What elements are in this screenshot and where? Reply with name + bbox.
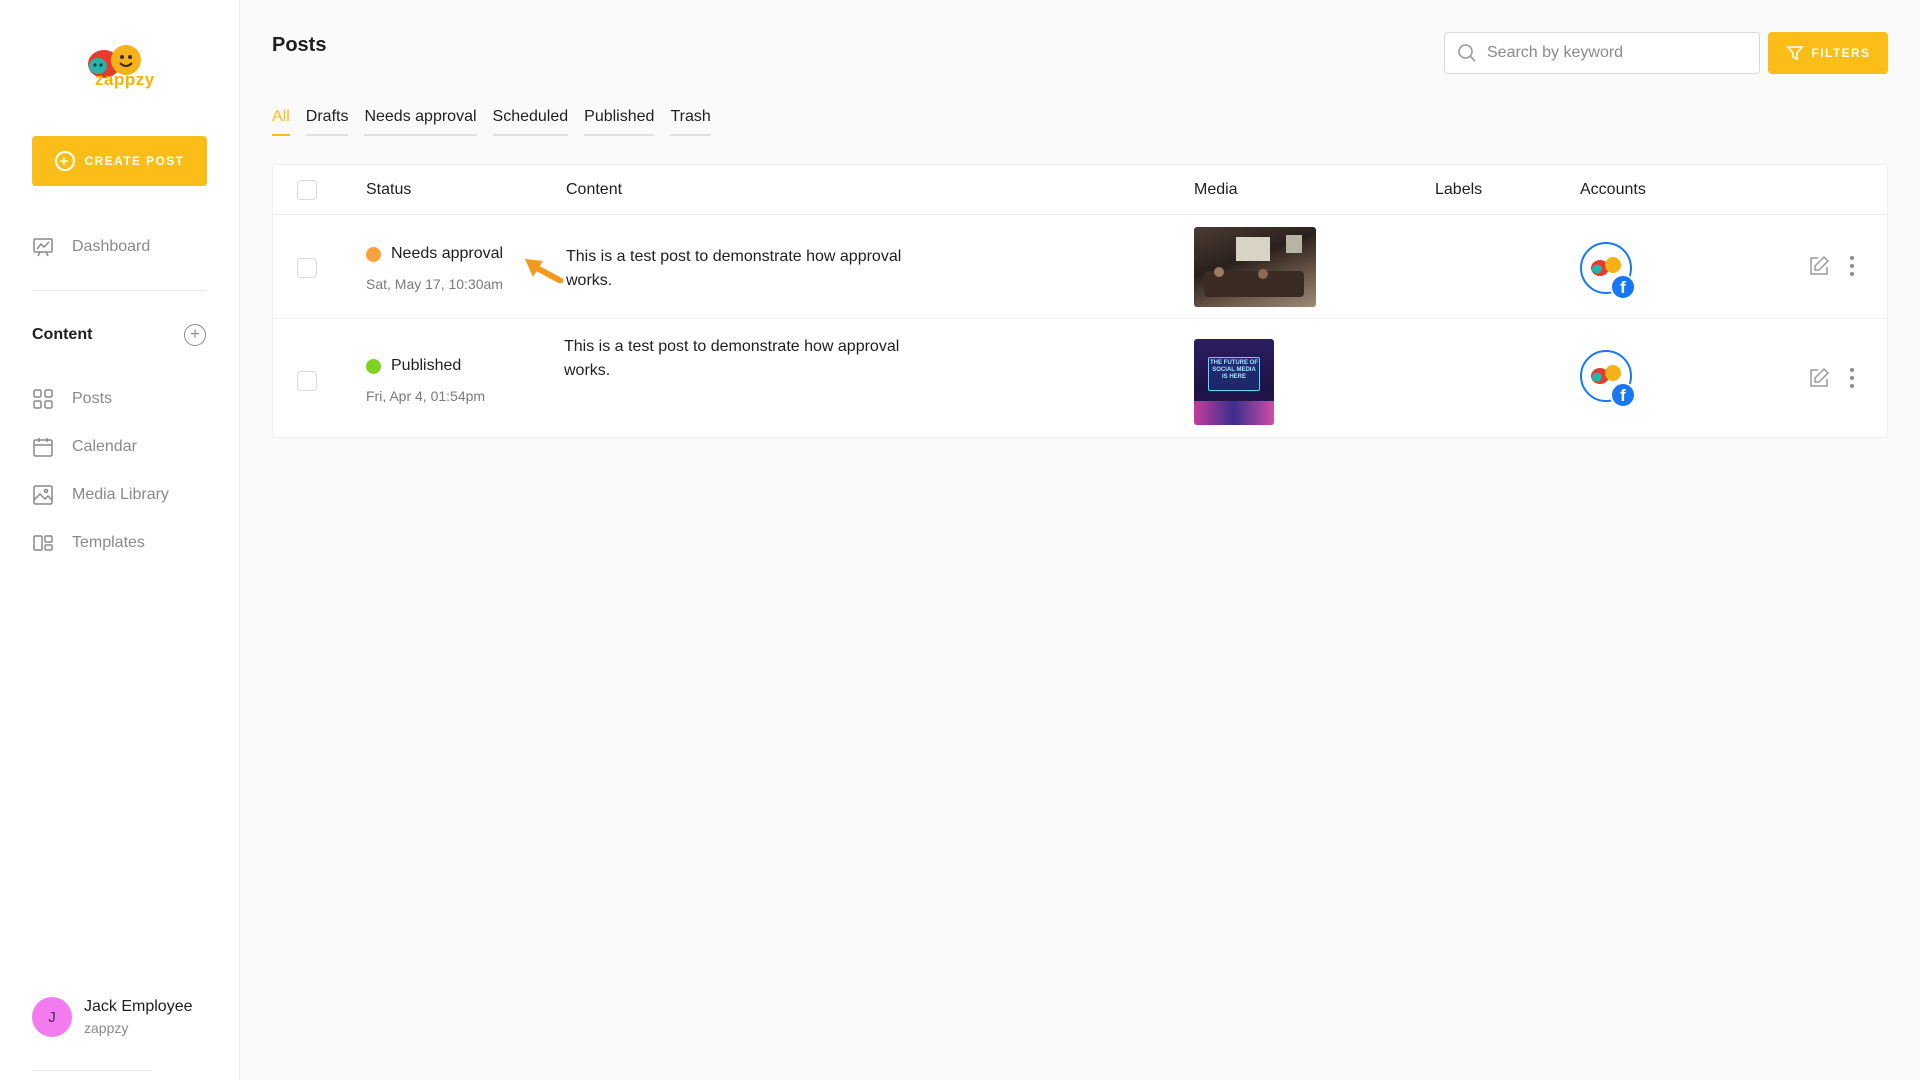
plus-circle-icon: + [54, 151, 75, 171]
tab-trash[interactable]: Trash [670, 108, 711, 136]
edit-icon[interactable] [1808, 255, 1830, 277]
column-header-content[interactable]: Content [566, 181, 622, 199]
status-label: Published [391, 357, 462, 374]
tab-all[interactable]: All [272, 108, 290, 136]
templates-icon [33, 535, 53, 551]
account-avatar[interactable]: f [1580, 350, 1636, 408]
column-header-status[interactable]: Status [366, 181, 411, 199]
post-content[interactable]: This is a test post to demonstrate how a… [566, 245, 946, 293]
more-options-icon[interactable] [1849, 255, 1855, 277]
user-name: Jack Employee [84, 998, 193, 1015]
sidebar-item-label: Media Library [72, 486, 169, 503]
status-label: Needs approval [391, 245, 504, 262]
post-date: Fri, Apr 4, 01:54pm [366, 388, 486, 404]
facebook-icon: f [1610, 274, 1636, 300]
sidebar-item-calendar[interactable]: Calendar [32, 436, 137, 458]
column-header-media[interactable]: Media [1194, 181, 1238, 199]
user-org: zappzy [84, 1020, 129, 1036]
tab-published[interactable]: Published [584, 108, 655, 136]
add-content-icon[interactable]: + [184, 324, 206, 346]
media-thumbnail[interactable]: THE FUTURE OF SOCIAL MEDIA IS HERE [1194, 339, 1274, 425]
edit-icon[interactable] [1808, 367, 1830, 389]
annotation-arrow-icon [525, 259, 563, 283]
status-tabs: All Drafts Needs approval Scheduled Publ… [272, 108, 711, 136]
search-input[interactable] [1487, 44, 1737, 62]
create-post-button[interactable]: + CREATE POST [32, 136, 207, 186]
user-profile[interactable]: J Jack Employee zappzy [32, 997, 193, 1037]
image-icon [33, 485, 53, 505]
sidebar-item-label: Dashboard [72, 238, 151, 255]
grid-icon [33, 389, 53, 409]
tab-drafts[interactable]: Drafts [305, 108, 349, 136]
sidebar-item-label: Calendar [72, 438, 137, 455]
sidebar-item-label: Posts [72, 390, 113, 407]
sidebar-item-label: Templates [72, 534, 145, 551]
table-row[interactable]: Needs approval Sat, May 17, 10:30am This… [273, 215, 1887, 319]
status-dot [366, 246, 381, 262]
page-title: Posts [272, 34, 327, 56]
row-checkbox[interactable] [297, 258, 317, 278]
filters-label: FILTERS [1811, 46, 1871, 60]
sidebar-item-media-library[interactable]: Media Library [32, 484, 169, 506]
sidebar-bottom-divider [32, 1070, 152, 1071]
status-badge: Needs approval [366, 245, 503, 263]
search-box[interactable] [1444, 32, 1760, 74]
content-section-title: Content [32, 326, 93, 343]
sidebar-divider [32, 290, 207, 291]
sidebar-item-posts[interactable]: Posts [32, 388, 112, 410]
media-thumbnail[interactable] [1194, 227, 1316, 307]
calendar-icon [33, 438, 53, 457]
posts-table: Status Content Media Labels Accounts Nee… [272, 164, 1888, 438]
select-all-checkbox[interactable] [297, 180, 317, 200]
tab-scheduled[interactable]: Scheduled [492, 108, 569, 136]
status-badge: Published [366, 357, 461, 375]
sidebar-item-templates[interactable]: Templates [32, 532, 145, 554]
more-options-icon[interactable] [1849, 367, 1855, 389]
tab-needs-approval[interactable]: Needs approval [364, 108, 477, 136]
status-dot [366, 358, 381, 374]
media-caption: THE FUTURE OF SOCIAL MEDIA IS HERE [1210, 360, 1258, 380]
table-row[interactable]: Published Fri, Apr 4, 01:54pm This is a … [273, 319, 1887, 437]
column-header-labels[interactable]: Labels [1435, 181, 1482, 199]
dashboard-icon [33, 238, 53, 257]
facebook-icon: f [1610, 382, 1636, 408]
row-checkbox[interactable] [297, 371, 317, 391]
sidebar: zappzy + CREATE POST Dashboard Content +… [0, 0, 240, 1080]
sidebar-item-dashboard[interactable]: Dashboard [32, 236, 150, 258]
filter-icon [1785, 46, 1804, 61]
column-header-accounts[interactable]: Accounts [1580, 181, 1646, 199]
avatar: J [32, 997, 72, 1037]
create-post-label: CREATE POST [84, 154, 185, 168]
post-content[interactable]: This is a test post to demonstrate how a… [564, 335, 944, 383]
table-header: Status Content Media Labels Accounts [273, 165, 1887, 215]
filters-button[interactable]: FILTERS [1768, 32, 1888, 74]
account-avatar[interactable]: f [1580, 242, 1636, 300]
logo-wordmark: zappzy [95, 70, 155, 89]
post-date: Sat, May 17, 10:30am [366, 276, 503, 292]
search-icon [1458, 44, 1476, 62]
